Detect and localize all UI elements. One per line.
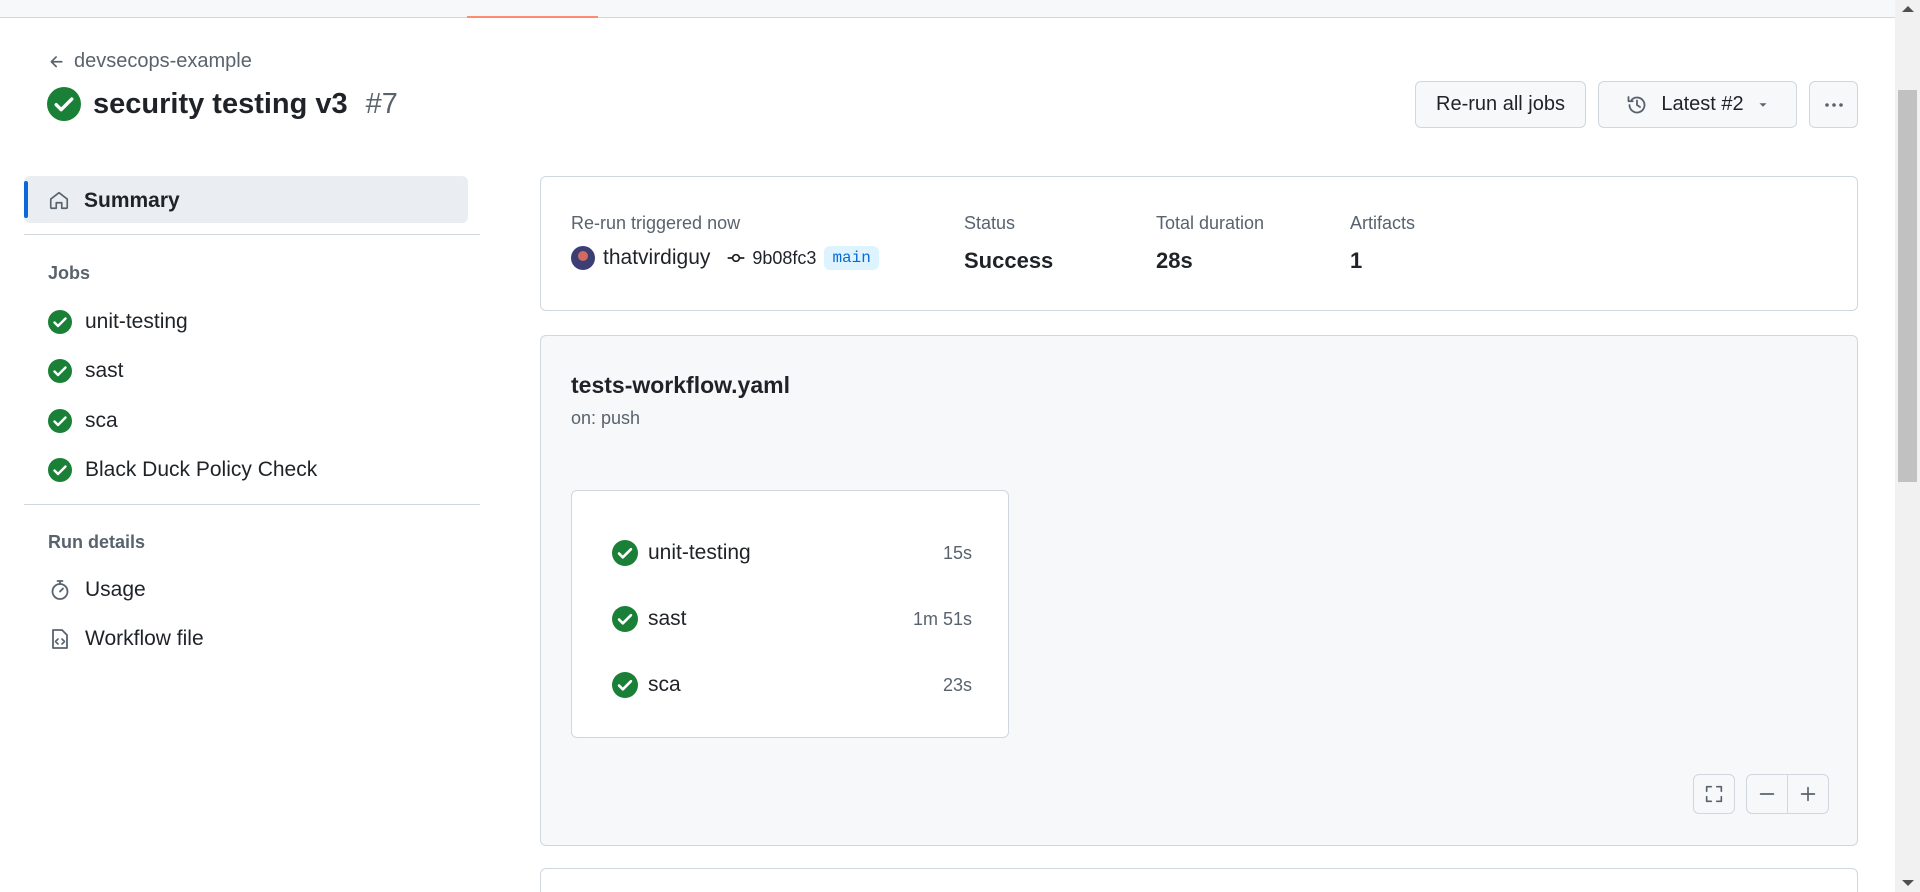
stopwatch-icon — [51, 580, 69, 600]
rerun-all-jobs-button[interactable]: Re-run all jobs — [1415, 81, 1586, 128]
sidebar-summary-label: Summary — [84, 189, 180, 212]
branch-badge[interactable]: main — [824, 246, 879, 270]
check-circle-fill-icon — [48, 359, 72, 383]
latest-attempt-dropdown[interactable]: Latest #2 — [1598, 81, 1797, 128]
sidebar-detail-label: Usage — [85, 578, 146, 601]
sidebar-job-label: unit-testing — [85, 310, 188, 333]
job-name: unit-testing — [648, 541, 751, 564]
check-circle-fill-icon — [612, 540, 638, 566]
sidebar-divider — [24, 234, 480, 235]
actor-link[interactable]: thatvirdiguy — [603, 246, 710, 270]
git-commit-icon — [728, 253, 745, 263]
check-circle-fill-icon — [47, 87, 81, 121]
artifacts-value[interactable]: 1 — [1350, 248, 1415, 274]
scroll-down-arrow-icon[interactable] — [1902, 880, 1914, 886]
artifacts-label: Artifacts — [1350, 213, 1416, 233]
status-label: Status — [964, 213, 1016, 233]
graph-job-sast[interactable]: sast 1m 51s — [612, 599, 972, 639]
sidebar-job-label: sca — [85, 409, 118, 432]
job-duration: 15s — [942, 542, 972, 563]
workflow-file-name[interactable]: tests-workflow.yaml — [571, 372, 790, 399]
sidebar-divider — [24, 504, 480, 505]
zoom-out-button[interactable] — [1746, 774, 1788, 814]
plus-icon — [1800, 786, 1816, 802]
duration-value: 28s — [1156, 248, 1193, 273]
check-circle-fill-icon — [48, 458, 72, 482]
latest-label: Latest #2 — [1661, 93, 1744, 115]
trigger-label: Re-run triggered now — [571, 213, 741, 233]
active-indicator — [24, 181, 28, 218]
sidebar-job-label: sast — [85, 359, 124, 382]
commit-link[interactable]: 9b08fc3 — [726, 248, 816, 269]
kebab-horizontal-icon — [1824, 102, 1843, 107]
sidebar-item-black-duck-policy-check[interactable]: Black Duck Policy Check — [48, 450, 317, 490]
sidebar-item-unit-testing[interactable]: unit-testing — [48, 302, 188, 342]
sidebar-item-workflow-file[interactable]: Workflow file — [48, 619, 204, 659]
next-section-card — [540, 868, 1858, 892]
job-duration: 23s — [942, 674, 972, 695]
scroll-up-arrow-icon[interactable] — [1902, 6, 1914, 12]
check-circle-fill-icon — [48, 310, 72, 334]
sidebar-detail-label: Workflow file — [85, 627, 204, 650]
run-details-heading: Run details — [48, 532, 146, 552]
scrollbar-thumb[interactable] — [1898, 90, 1917, 482]
sidebar-item-usage[interactable]: Usage — [48, 570, 146, 610]
status-column: Status Success — [964, 213, 1053, 274]
file-code-icon — [52, 629, 68, 649]
active-tab-underline — [467, 16, 598, 18]
history-icon — [1627, 95, 1646, 113]
run-summary-card: Re-run triggered now thatvirdiguy 9b08fc… — [540, 176, 1858, 311]
job-duration: 1m 51s — [912, 608, 972, 629]
artifacts-column: Artifacts 1 — [1350, 213, 1415, 274]
run-number: #7 — [365, 87, 398, 120]
graph-job-sca[interactable]: sca 23s — [612, 665, 972, 705]
workflow-graph-card: tests-workflow.yaml on: push unit-testin… — [540, 335, 1858, 846]
minus-icon — [1759, 793, 1775, 795]
graph-job-unit-testing[interactable]: unit-testing 15s — [612, 533, 972, 573]
top-nav-strip — [0, 0, 1895, 18]
check-circle-fill-icon — [48, 409, 72, 433]
more-options-button[interactable] — [1809, 81, 1858, 128]
back-to-workflow-link[interactable]: devsecops-example — [48, 50, 252, 73]
triangle-down-icon — [1759, 102, 1767, 107]
workflow-trigger: on: push — [571, 408, 641, 428]
check-circle-fill-icon — [612, 606, 638, 632]
sidebar-item-sca[interactable]: sca — [48, 401, 118, 441]
duration-column: Total duration 28s — [1156, 213, 1264, 274]
duration-label: Total duration — [1156, 213, 1265, 233]
screen-full-icon — [1705, 785, 1723, 803]
jobs-heading: Jobs — [48, 263, 91, 283]
sidebar-job-label: Black Duck Policy Check — [85, 458, 318, 481]
fullscreen-button[interactable] — [1693, 774, 1735, 814]
avatar[interactable] — [571, 246, 595, 270]
home-icon — [49, 191, 69, 210]
commit-sha: 9b08fc3 — [752, 247, 817, 268]
arrow-left-icon — [50, 55, 63, 67]
run-title: security testing v3 — [93, 87, 348, 120]
job-name: sca — [648, 673, 681, 696]
job-group: unit-testing 15s sast 1m 51s sca 23s — [571, 490, 1009, 738]
check-circle-fill-icon — [612, 672, 638, 698]
trigger-column: Re-run triggered now thatvirdiguy 9b08fc… — [571, 213, 879, 270]
rerun-button-label: Re-run all jobs — [1436, 93, 1565, 115]
back-link-label: devsecops-example — [74, 50, 252, 72]
status-value: Success — [964, 248, 1054, 273]
sidebar-item-summary[interactable]: Summary — [24, 176, 468, 223]
page-title: security testing v3 #7 — [47, 87, 398, 121]
sidebar-item-sast[interactable]: sast — [48, 351, 124, 391]
vertical-scrollbar[interactable] — [1895, 0, 1920, 892]
zoom-in-button[interactable] — [1787, 774, 1829, 814]
job-name: sast — [648, 607, 687, 630]
